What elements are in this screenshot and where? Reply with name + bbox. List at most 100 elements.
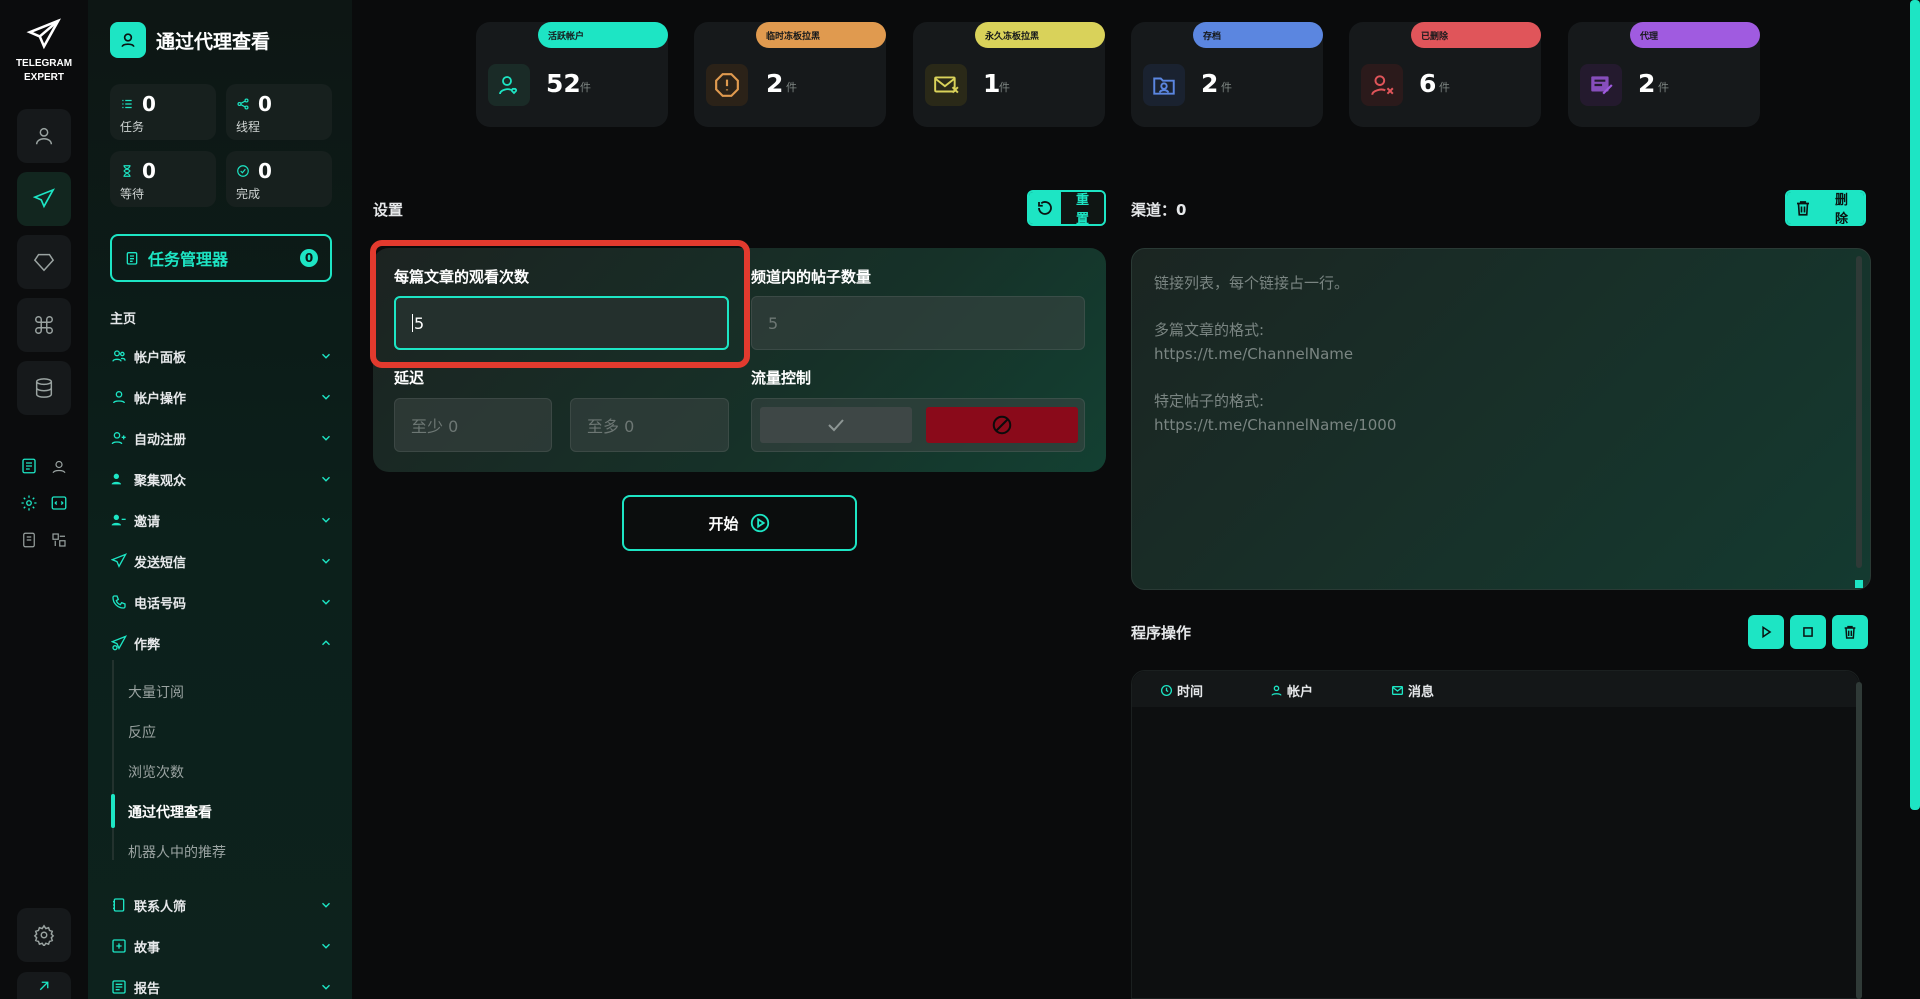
card-archived[interactable]: 存档 2 件: [1131, 22, 1323, 127]
rail-doc-icon[interactable]: [18, 529, 40, 551]
reset-button[interactable]: 重置: [1027, 190, 1106, 226]
card-pill: 永久冻板拉黑: [975, 22, 1105, 48]
flow-control-label: 流量控制: [751, 369, 812, 387]
col-account: 帐户: [1270, 681, 1313, 700]
card-perm-frozen[interactable]: 永久冻板拉黑 1 件: [913, 22, 1105, 127]
brand-line2: EXPERT: [23, 72, 64, 83]
invite-icon: [110, 511, 128, 529]
posts-label: 频道内的帖子数量: [751, 268, 872, 286]
stat-threads: 0 线程: [226, 84, 332, 140]
sidebar-item-stories[interactable]: 故事: [110, 934, 334, 958]
mail-icon: [1391, 686, 1404, 695]
play-circle-icon: [750, 513, 769, 533]
gem-icon: [33, 253, 55, 272]
sidebar-item-auto-register[interactable]: 自动注册: [110, 426, 334, 450]
submenu-line: [112, 660, 114, 860]
proxy-icon: [1580, 64, 1622, 106]
stat-waiting-label: 等待: [120, 187, 145, 201]
rail-gem-button[interactable]: [17, 235, 71, 289]
textarea-scrollbar[interactable]: [1856, 256, 1862, 568]
stat-tasks: 0 任务: [110, 84, 216, 140]
stat-done: 0 完成: [226, 151, 332, 207]
stat-tasks-label: 任务: [120, 120, 145, 134]
card-pill: 存档: [1193, 22, 1323, 48]
submenu-mass-subscribe[interactable]: 大量订阅: [128, 682, 184, 702]
sidebar-item-cheat[interactable]: 作弊: [110, 631, 334, 655]
sidebar-item-account-ops[interactable]: 帐户操作: [110, 385, 334, 409]
operations-log: 时间 帐户 消息: [1131, 670, 1860, 999]
card-temp-frozen[interactable]: 临时冻板拉黑 2 件: [694, 22, 886, 127]
submenu-reactions[interactable]: 反应: [128, 722, 156, 742]
card-proxy[interactable]: 代理 2 件: [1568, 22, 1760, 127]
card-deleted[interactable]: 已删除 6 件: [1349, 22, 1541, 127]
stat-threads-label: 线程: [236, 120, 261, 134]
alert-icon: [706, 64, 748, 106]
start-button[interactable]: 开始: [622, 495, 857, 551]
card-unit: 件: [786, 81, 797, 94]
submenu-views[interactable]: 浏览次数: [128, 762, 184, 782]
audience-icon: [110, 470, 128, 488]
sidebar-item-phone-numbers[interactable]: 电话号码: [110, 590, 334, 614]
mail-block-icon: [925, 64, 967, 106]
submenu-proxy-views[interactable]: 通过代理查看: [128, 802, 212, 822]
sidebar-item-account-panel[interactable]: 帐户面板: [110, 344, 334, 368]
card-active-accounts[interactable]: 活跃帐户 52 件: [476, 22, 668, 127]
flow-control-toggle: [751, 398, 1085, 452]
users-icon: [110, 347, 128, 365]
nav-home[interactable]: 主页: [110, 308, 136, 327]
rail-location-icon[interactable]: [48, 455, 70, 477]
rail-command-button[interactable]: [17, 298, 71, 352]
col-time: 时间: [1160, 681, 1203, 700]
chevron-down-icon: [318, 471, 334, 487]
log-stop-button[interactable]: [1790, 615, 1826, 649]
command-icon: [35, 316, 53, 334]
submenu-bot-referral[interactable]: 机器人中的推荐: [128, 842, 226, 862]
posts-count-input[interactable]: 5: [751, 296, 1085, 350]
chevron-down-icon: [318, 430, 334, 446]
flow-deny-button[interactable]: [926, 407, 1078, 443]
rail-settings-button[interactable]: [17, 908, 71, 962]
contacts-icon: [110, 896, 128, 914]
channel-links-textarea[interactable]: 链接列表，每个链接占一行。 多篇文章的格式: https://t.me/Chan…: [1131, 248, 1871, 590]
hourglass-icon: [123, 165, 131, 177]
sidebar-item-reports[interactable]: 报告: [110, 975, 334, 999]
delay-max-input[interactable]: 至多 0: [570, 398, 729, 452]
delete-button[interactable]: 删除: [1785, 190, 1866, 226]
rail-grid-icon[interactable]: [48, 529, 70, 551]
flow-allow-button[interactable]: [760, 407, 912, 443]
card-unit: 件: [1439, 81, 1450, 94]
sidebar-item-contacts[interactable]: 联系人筛: [110, 893, 334, 917]
rail-accounts-button[interactable]: [17, 109, 71, 163]
sidebar-item-invite[interactable]: 邀请: [110, 508, 334, 532]
log-scrollbar[interactable]: [1856, 682, 1862, 999]
card-value: 52: [546, 69, 581, 98]
sidebar-item-send-sms[interactable]: 发送短信: [110, 549, 334, 573]
card-value: 1: [983, 69, 1001, 98]
check-icon: [828, 419, 844, 432]
user-icon: [110, 388, 128, 406]
rail-send-button[interactable]: [17, 172, 71, 226]
send-icon: [110, 552, 128, 570]
log-clear-button[interactable]: [1832, 615, 1868, 649]
task-manager-count: 0: [300, 249, 318, 267]
rail-gear-icon[interactable]: [18, 492, 40, 514]
rail-external-button[interactable]: [17, 972, 71, 999]
page-scrollbar[interactable]: [1910, 0, 1920, 810]
task-manager-button[interactable]: 任务管理器 0: [110, 234, 332, 282]
list-icon: [122, 99, 132, 109]
resize-handle[interactable]: [1855, 580, 1863, 588]
card-unit: 件: [580, 81, 591, 94]
sidebar-item-gather-audience[interactable]: 聚集观众: [110, 467, 334, 491]
app-title: 通过代理查看: [110, 22, 270, 58]
rail-list-icon[interactable]: [18, 455, 40, 477]
share-icon: [237, 98, 249, 110]
chevron-up-icon: [318, 635, 334, 651]
delay-min-input[interactable]: 至少 0: [394, 398, 552, 452]
telegram-logo-icon: [26, 18, 62, 50]
plus-square-icon: [110, 937, 128, 955]
trash-icon: [1787, 192, 1819, 224]
rail-database-button[interactable]: [17, 361, 71, 415]
rail-code-icon[interactable]: [48, 492, 70, 514]
log-play-button[interactable]: [1748, 615, 1784, 649]
chevron-down-icon: [318, 348, 334, 364]
